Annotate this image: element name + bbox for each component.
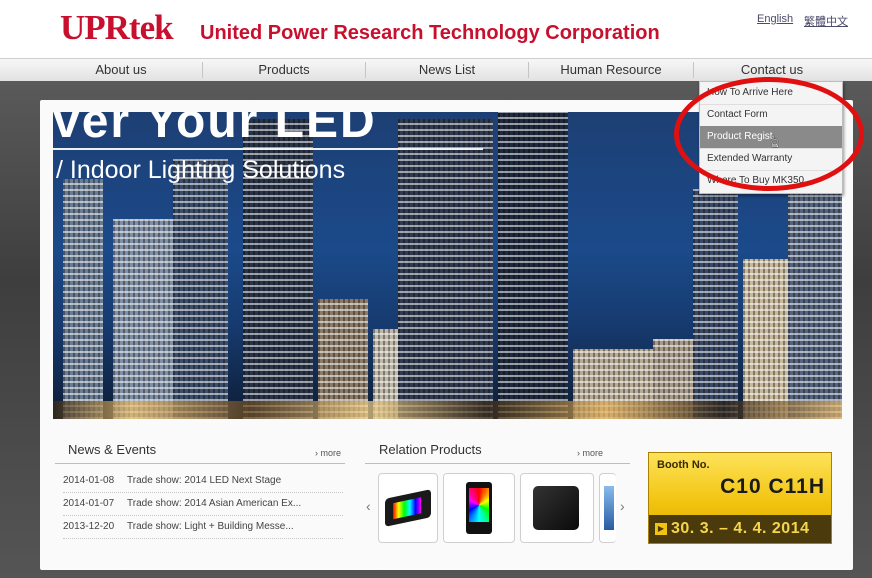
nav-news-list[interactable]: News List [366, 59, 528, 81]
building [398, 119, 493, 419]
news-item[interactable]: 2014-01-08 Trade show: 2014 LED Next Stag… [63, 470, 343, 493]
building [788, 169, 842, 419]
products-more-link[interactable]: › more [577, 448, 603, 458]
products-next-arrow[interactable]: › [620, 498, 625, 514]
product-screen [393, 497, 421, 520]
building [63, 179, 103, 419]
building [498, 112, 568, 419]
news-item[interactable]: 2013-12-20 Trade show: Light + Building M… [63, 516, 343, 539]
play-icon: ▶ [655, 523, 667, 535]
banner-headline: ver Your LED [53, 112, 377, 148]
booth-dates: 30. 3. – 4. 4. 2014 [671, 520, 810, 537]
booth-numbers: C10 C11H [720, 475, 825, 498]
nav-human-resource[interactable]: Human Resource [529, 59, 693, 81]
news-item[interactable]: 2014-01-07 Trade show: 2014 Asian America… [63, 493, 343, 516]
news-date: 2014-01-08 [63, 475, 115, 486]
news-more-link[interactable]: › more [315, 448, 341, 458]
product-thumbnail[interactable] [599, 473, 616, 543]
lang-chinese-link[interactable]: 繁體中文 [804, 13, 848, 29]
booth-date-bar: ▶ 30. 3. – 4. 4. 2014 [649, 515, 831, 543]
building [173, 159, 228, 419]
products-prev-arrow[interactable]: ‹ [366, 498, 371, 514]
lang-english-link[interactable]: English [757, 13, 793, 25]
city-lights [53, 401, 842, 419]
products-section-title: Relation Products [379, 442, 482, 457]
product-device [385, 489, 431, 527]
banner-divider [53, 148, 483, 150]
highlight-circle [674, 77, 864, 191]
product-thumbnail[interactable] [378, 473, 438, 543]
nav-products[interactable]: Products [203, 59, 365, 81]
news-date: 2013-12-20 [63, 521, 115, 532]
nav-about-us[interactable]: About us [40, 59, 202, 81]
site-header: UPRtek United Power Research Technology … [0, 0, 872, 58]
products-rule [365, 463, 630, 464]
building [113, 219, 173, 419]
banner-subtitle: / Indoor Lighting Solutions [56, 156, 346, 184]
product-screen [469, 488, 489, 522]
uprtek-logo[interactable]: UPRtek [60, 8, 174, 48]
building [693, 189, 738, 419]
product-thumbnail[interactable] [443, 473, 515, 543]
news-text: Trade show: 2014 LED Next Stage [127, 475, 282, 486]
news-rule [55, 463, 345, 464]
building [743, 259, 788, 419]
product-device [604, 486, 614, 530]
product-device [466, 482, 492, 534]
news-section-title: News & Events [68, 442, 157, 457]
news-date: 2014-01-07 [63, 498, 115, 509]
booth-banner[interactable]: Booth No. C10 C11H ▶ 30. 3. – 4. 4. 2014 [648, 452, 832, 544]
company-name: United Power Research Technology Corpora… [200, 22, 660, 44]
mouse-cursor-icon: 👆︎ [771, 131, 779, 151]
booth-label: Booth No. [657, 459, 710, 471]
product-thumbnail[interactable] [520, 473, 594, 543]
news-text: Trade show: 2014 Asian American Ex... [127, 498, 302, 509]
news-text: Trade show: Light + Building Messe... [127, 521, 294, 532]
product-device [533, 486, 579, 530]
